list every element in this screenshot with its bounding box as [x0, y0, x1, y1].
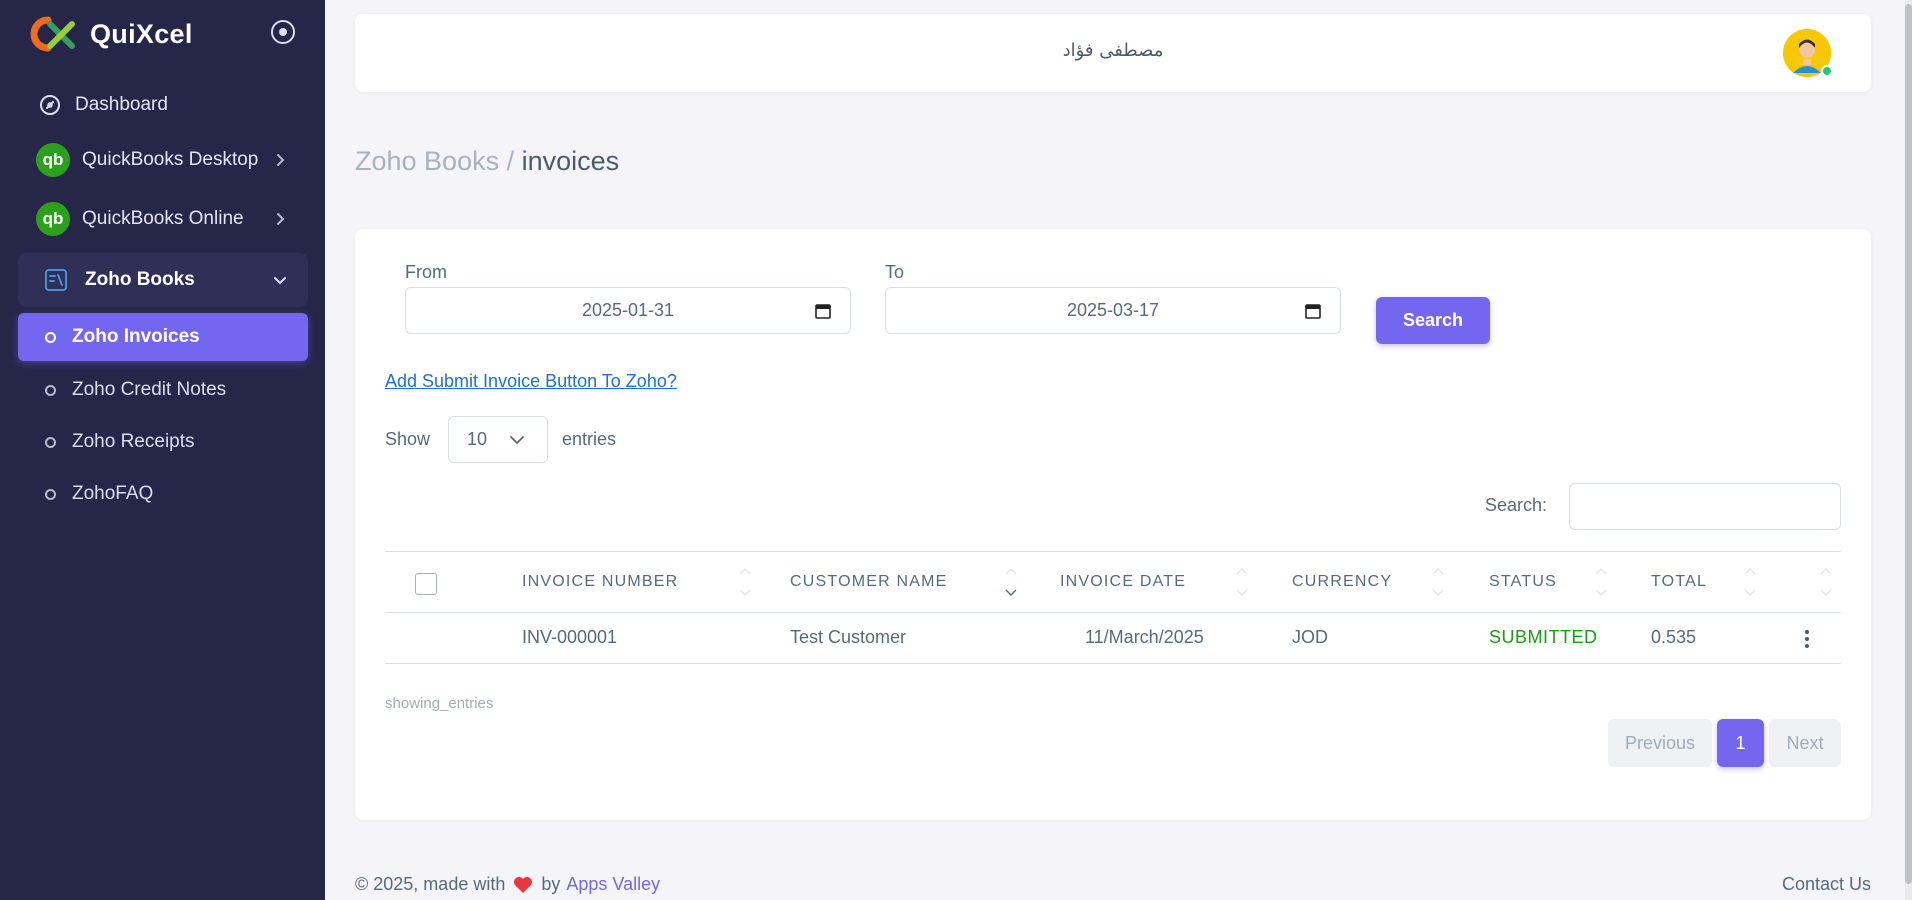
sort-icon[interactable]: [739, 563, 751, 601]
page-title: invoices: [521, 146, 620, 176]
to-label: To: [885, 262, 905, 282]
sidebar-item-zoho-books[interactable]: Zoho Books: [18, 253, 308, 307]
cell-customer-name: Test Customer: [790, 627, 907, 647]
sidebar-item-quickbooks-online[interactable]: qb QuickBooks Online: [18, 192, 308, 246]
breadcrumb-separator: /: [506, 146, 515, 176]
book-icon: [43, 267, 69, 293]
footer: © 2025, made with by Apps Valley: [355, 874, 660, 895]
sort-icon[interactable]: [1744, 563, 1756, 601]
scrollbar-thumb[interactable]: [1905, 4, 1912, 884]
breadcrumb: Zoho Books / invoices: [355, 146, 619, 177]
sidebar-item-dashboard[interactable]: Dashboard: [18, 78, 308, 132]
sort-icon[interactable]: [1236, 563, 1248, 601]
from-label: From: [405, 262, 447, 282]
table-search-label: Search:: [1485, 495, 1548, 515]
column-header-invoice-number[interactable]: INVOICE NUMBER: [522, 573, 678, 591]
sidebar-item-label: QuickBooks Desktop: [82, 149, 259, 170]
length-entries-label: entries: [562, 429, 617, 449]
cell-invoice-number: INV-000001: [522, 627, 618, 647]
column-header-status[interactable]: STATUS: [1489, 573, 1557, 591]
sidebar-item-zoho-credit-notes[interactable]: Zoho Credit Notes: [18, 366, 308, 414]
footer-by: by: [541, 874, 561, 894]
row-actions-icon[interactable]: [1795, 627, 1819, 651]
length-show-label: Show: [385, 429, 431, 449]
to-date-value: 2025-03-17: [1066, 300, 1160, 320]
sort-icon[interactable]: [1005, 563, 1017, 601]
sort-icon[interactable]: [1432, 563, 1444, 601]
top-navbar: مصطفى فؤاد: [355, 14, 1871, 92]
cell-invoice-date: 11/March/2025: [1085, 627, 1204, 647]
bullet-icon: [45, 331, 56, 343]
sidebar-item-label: QuickBooks Online: [82, 208, 244, 229]
brand[interactable]: QuiXcel: [28, 14, 193, 54]
from-date-input[interactable]: 2025-01-31: [405, 287, 851, 334]
sidebar-item-zohofaq[interactable]: ZohoFAQ: [18, 470, 308, 518]
app-name: QuiXcel: [90, 18, 193, 49]
column-header-total[interactable]: TOTAL: [1651, 573, 1707, 591]
cell-currency: JOD: [1292, 627, 1328, 647]
sort-icon[interactable]: [1820, 563, 1832, 601]
column-header-currency[interactable]: CURRENCY: [1292, 573, 1392, 591]
calendar-icon[interactable]: [814, 302, 832, 320]
quickbooks-icon: qb: [36, 143, 70, 177]
status-badge: SUBMITTED: [1489, 627, 1598, 647]
to-date-input[interactable]: 2025-03-17: [885, 287, 1341, 334]
calendar-icon[interactable]: [1304, 302, 1322, 320]
pagination-next[interactable]: Next: [1769, 719, 1841, 767]
sidebar-item-quickbooks-desktop[interactable]: qb QuickBooks Desktop: [18, 133, 308, 187]
sidebar-toggle-icon[interactable]: [271, 20, 295, 44]
pagination-previous[interactable]: Previous: [1608, 719, 1712, 767]
sidebar-item-zoho-invoices[interactable]: Zoho Invoices: [18, 313, 308, 361]
sidebar-item-label: Zoho Receipts: [72, 431, 195, 452]
table-header-row: INVOICE NUMBER CUSTOMER NAME INVOICE DAT…: [385, 551, 1841, 613]
sort-icon[interactable]: [1595, 563, 1607, 601]
sidebar-item-label: Zoho Invoices: [72, 326, 200, 347]
breadcrumb-parent[interactable]: Zoho Books: [355, 146, 499, 176]
bullet-icon: [45, 384, 56, 396]
bullet-icon: [45, 488, 56, 500]
pagination-page-1[interactable]: 1: [1717, 719, 1764, 767]
table-row[interactable]: INV-000001 Test Customer 11/March/2025 J…: [385, 613, 1841, 664]
add-submit-invoice-link[interactable]: Add Submit Invoice Button To Zoho?: [385, 371, 677, 392]
sidebar-item-zoho-receipts[interactable]: Zoho Receipts: [18, 418, 308, 466]
sidebar-item-label: Zoho Credit Notes: [72, 379, 227, 400]
quixcel-logo-icon: [28, 14, 78, 54]
entries-per-page-value: 10: [467, 429, 488, 449]
page-scrollbar[interactable]: [1905, 0, 1912, 900]
sidebar: QuiXcel Dashboard qb QuickBooks Desktop …: [0, 0, 325, 900]
chevron-right-icon: [270, 209, 290, 229]
footer-brand-link[interactable]: Apps Valley: [566, 874, 660, 895]
quickbooks-icon: qb: [36, 202, 70, 236]
dashboard-icon: [38, 93, 62, 117]
user-avatar[interactable]: [1783, 29, 1833, 77]
footer-copyright: © 2025, made with: [355, 874, 506, 894]
heart-icon: [513, 876, 533, 894]
column-header-customer-name[interactable]: CUSTOMER NAME: [790, 573, 948, 591]
from-date-value: 2025-01-31: [581, 300, 675, 320]
sidebar-item-label: Zoho Books: [85, 269, 195, 290]
cell-total: 0.535: [1651, 627, 1697, 647]
select-all-checkbox[interactable]: [415, 573, 437, 595]
invoices-card: From 2025-01-31 To 2025-03-17 Search Add…: [355, 229, 1871, 820]
column-header-invoice-date[interactable]: INVOICE DATE: [1060, 573, 1186, 591]
sidebar-item-label: ZohoFAQ: [72, 483, 154, 504]
bullet-icon: [45, 436, 56, 448]
online-status-dot: [1821, 65, 1833, 77]
chevron-down-icon: [509, 432, 525, 448]
sidebar-item-label: Dashboard: [75, 94, 168, 115]
table-search-input[interactable]: [1569, 483, 1841, 530]
chevron-down-icon: [270, 270, 290, 290]
table-info: showing_entries: [385, 695, 494, 712]
invoices-table: INVOICE NUMBER CUSTOMER NAME INVOICE DAT…: [385, 551, 1841, 664]
contact-us-link[interactable]: Contact Us: [1782, 874, 1871, 895]
search-button[interactable]: Search: [1376, 297, 1490, 344]
chevron-right-icon: [270, 150, 290, 170]
user-name: مصطفى فؤاد: [1062, 40, 1164, 61]
entries-per-page-select[interactable]: 10: [448, 416, 548, 463]
